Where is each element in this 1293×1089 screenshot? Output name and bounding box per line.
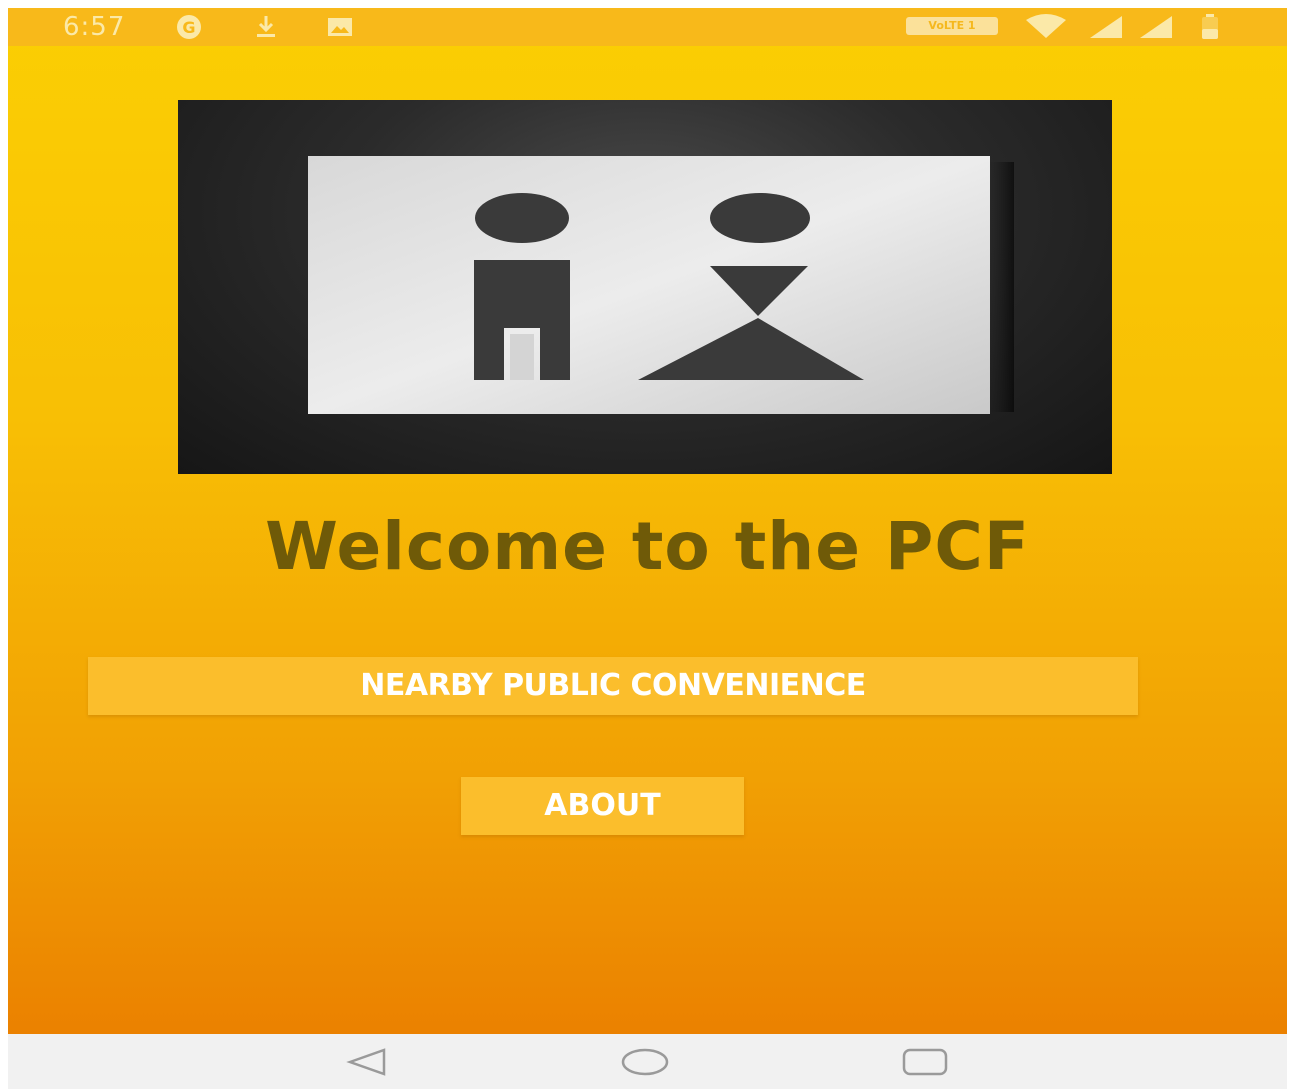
image-icon (326, 14, 354, 44)
wifi-icon (1024, 14, 1068, 44)
welcome-title: Welcome to the PCF (265, 508, 1030, 585)
app-screen: 6:57 G VoLTE 1 Welcome to the PCF NEARBY… (8, 8, 1287, 1034)
recents-icon[interactable] (900, 1046, 950, 1078)
signal-icon (1088, 14, 1124, 44)
male-figure-head-icon (475, 193, 569, 243)
battery-icon (1200, 14, 1220, 46)
google-icon: G (176, 14, 202, 44)
status-time: 6:57 (63, 12, 126, 42)
nearby-public-convenience-button[interactable]: NEARBY PUBLIC CONVENIENCE (88, 657, 1138, 715)
female-figure-head-icon (710, 193, 810, 243)
navigation-bar (8, 1034, 1287, 1089)
signal-icon (1138, 14, 1174, 44)
home-icon[interactable] (620, 1046, 670, 1078)
back-icon[interactable] (344, 1046, 394, 1078)
status-bar: 6:57 G VoLTE 1 (8, 8, 1287, 46)
download-icon (254, 14, 278, 44)
svg-text:G: G (182, 18, 195, 37)
about-button[interactable]: ABOUT (461, 777, 744, 835)
restroom-sign-image (178, 100, 1112, 474)
volte-badge: VoLTE 1 (906, 17, 998, 35)
plate-shadow (990, 162, 1014, 412)
